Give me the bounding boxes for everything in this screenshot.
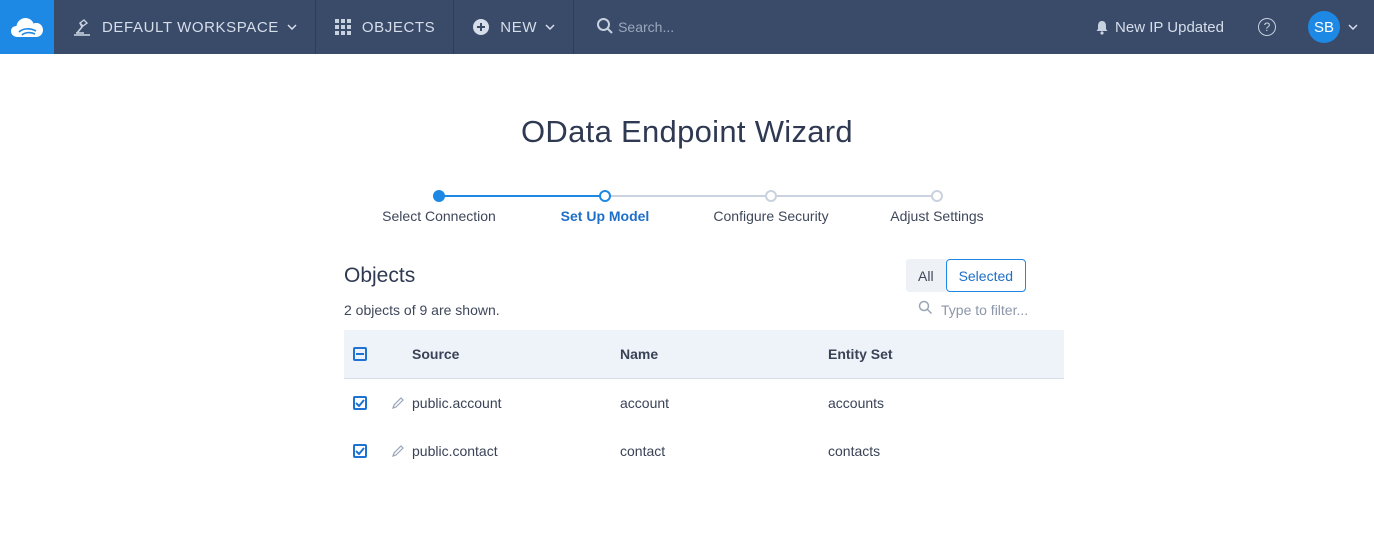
chevron-down-icon [287, 24, 297, 30]
bell-icon [1095, 20, 1109, 35]
cell-entity-set: contacts [828, 443, 881, 459]
help-icon[interactable]: ? [1258, 18, 1276, 36]
toggle-all-button[interactable]: All [906, 259, 946, 292]
grid-icon [334, 18, 352, 36]
cell-source: public.contact [412, 443, 498, 459]
pencil-icon[interactable] [384, 396, 412, 410]
workspace-icon [72, 18, 92, 36]
step-label-adjust-settings: Adjust Settings [890, 208, 984, 224]
objects-nav[interactable]: OBJECTS [316, 0, 455, 54]
step-label-select-connection[interactable]: Select Connection [354, 208, 524, 224]
select-all-checkbox[interactable] [353, 347, 367, 361]
pencil-icon[interactable] [384, 444, 412, 458]
toggle-selected-button[interactable]: Selected [945, 259, 1027, 292]
search-icon [596, 17, 614, 38]
step-dot-select-connection[interactable] [433, 190, 445, 202]
select-all-cell [344, 347, 384, 361]
page-title: OData Endpoint Wizard [521, 114, 853, 149]
global-search [574, 0, 840, 54]
cell-name: account [620, 395, 670, 411]
new-menu[interactable]: NEW [454, 0, 575, 54]
table-header: Source Name Entity Set [344, 330, 1064, 379]
step-dot-adjust-settings [931, 190, 943, 202]
new-label: NEW [500, 18, 538, 36]
filter-input[interactable] [941, 302, 1061, 318]
column-header-name[interactable]: Name [620, 346, 828, 362]
view-toggle: All Selected [906, 259, 1027, 292]
object-filter [918, 300, 1061, 320]
workspace-selector[interactable]: DEFAULT WORKSPACE [54, 0, 316, 54]
chevron-down-icon[interactable] [1348, 24, 1358, 30]
table-row[interactable]: public.contact contact contacts [344, 427, 1064, 475]
row-checkbox[interactable] [353, 396, 367, 410]
step-connector [605, 195, 771, 197]
step-connector [439, 195, 605, 197]
step-dot-configure-security [765, 190, 777, 202]
cloud-icon [11, 18, 43, 37]
step-label-configure-security: Configure Security [713, 208, 829, 224]
avatar[interactable]: SB [1308, 11, 1340, 43]
cell-source: public.account [412, 395, 502, 411]
wizard-stepper: Select Connection Set Up Model Configure… [0, 188, 1374, 228]
chevron-down-icon [545, 24, 555, 30]
notification[interactable]: New IP Updated [1095, 19, 1224, 36]
table-row[interactable]: public.account account accounts [344, 379, 1064, 427]
notification-text: New IP Updated [1115, 18, 1224, 36]
plus-circle-icon [472, 18, 490, 36]
objects-section-title: Objects [344, 264, 416, 287]
row-checkbox[interactable] [353, 444, 367, 458]
step-dot-set-up-model[interactable] [599, 190, 611, 202]
step-label-set-up-model[interactable]: Set Up Model [520, 208, 690, 224]
search-input[interactable] [618, 19, 819, 35]
search-icon [918, 300, 933, 320]
objects-table: Source Name Entity Set public.account ac… [344, 330, 1064, 475]
column-header-entity-set[interactable]: Entity Set [828, 346, 1028, 362]
objects-label: OBJECTS [361, 18, 436, 36]
step-connector [771, 195, 937, 197]
cloud-logo[interactable] [0, 0, 54, 54]
cell-entity-set: accounts [828, 395, 885, 411]
objects-count: 2 objects of 9 are shown. [344, 302, 500, 318]
column-header-source[interactable]: Source [412, 346, 620, 362]
workspace-label: DEFAULT WORKSPACE [102, 18, 279, 36]
top-navigation-bar: DEFAULT WORKSPACE OBJECTS NEW Search... … [0, 0, 1374, 54]
cell-name: contact [620, 443, 666, 459]
